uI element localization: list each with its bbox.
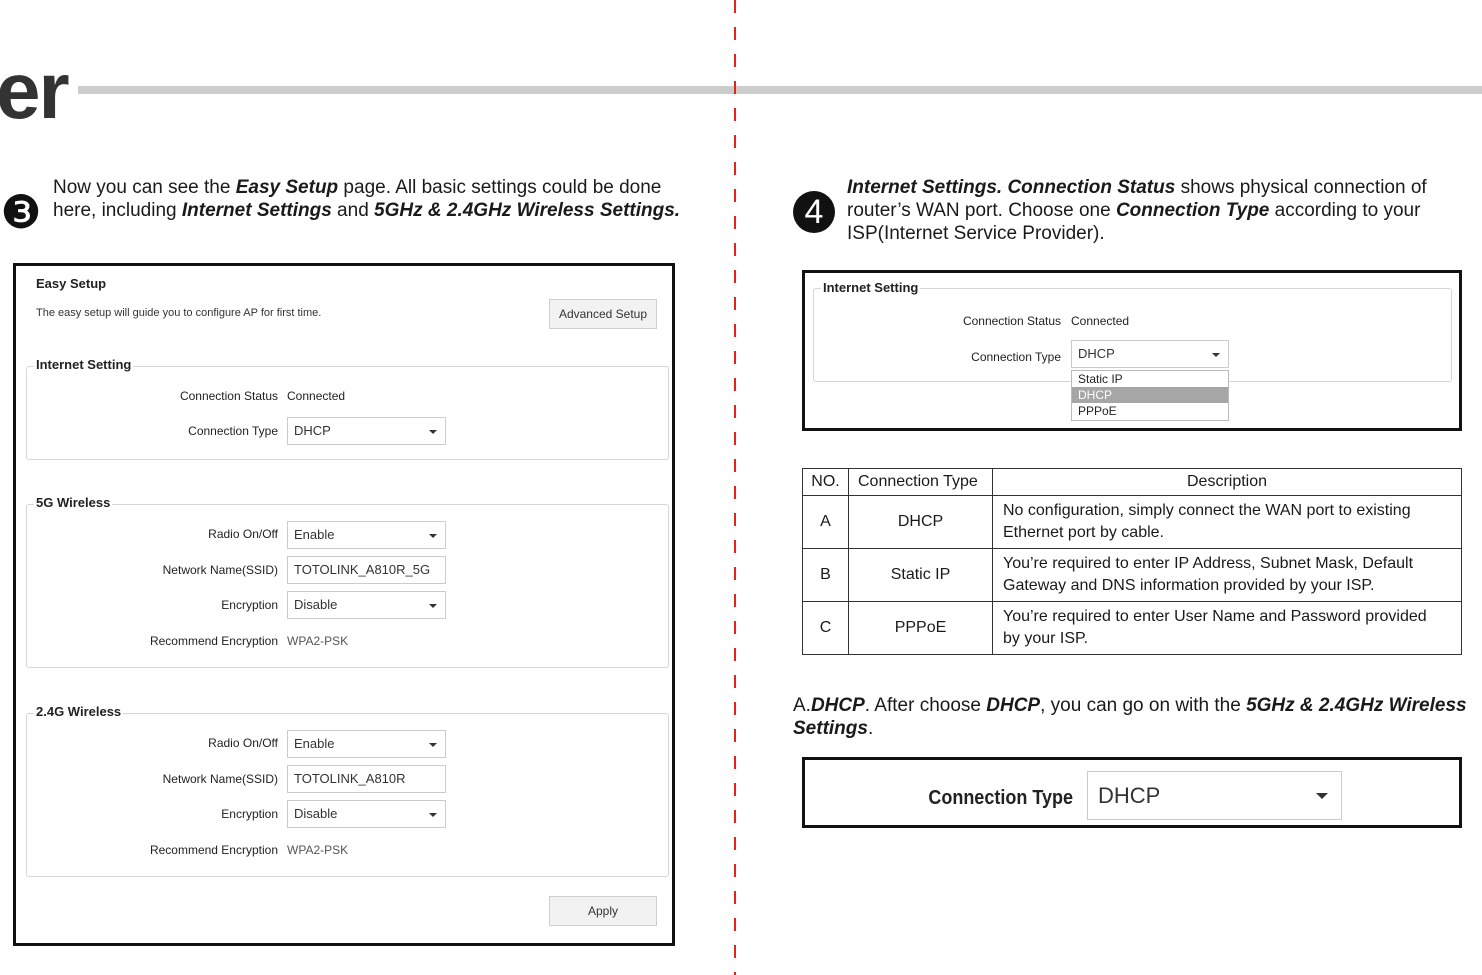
dhcp-connection-type-label: Connection Type xyxy=(928,787,1073,809)
internet-setting-legend-right: Internet Setting xyxy=(821,280,921,295)
internet-setting-section xyxy=(26,366,669,460)
wireless-24g-legend: 2.4G Wireless xyxy=(34,704,124,719)
recommend-5g-value: WPA2-PSK xyxy=(287,634,349,648)
table-cell-no: C xyxy=(802,601,849,655)
step-4-instructions: Internet Settings. Connection Status sho… xyxy=(847,177,1427,244)
connection-status-value: Connected xyxy=(287,389,346,403)
connection-status-label: Connection Status xyxy=(179,389,278,403)
table-cell-description: You’re required to enter User Name and P… xyxy=(992,601,1462,655)
recommend-24g-label: Recommend Encryption xyxy=(149,843,278,857)
chevron-down-icon xyxy=(429,743,437,747)
option-pppoe[interactable]: PPPoE xyxy=(1072,403,1228,419)
table-row: B Static IP You’re required to enter IP … xyxy=(802,548,1462,602)
connection-type-label-right: Connection Type xyxy=(971,350,1061,364)
chevron-down-icon xyxy=(1316,793,1328,799)
encryption-5g-select[interactable]: Disable xyxy=(287,591,446,619)
easy-setup-subtitle: The easy setup will guide you to configu… xyxy=(36,307,322,319)
step-3-instructions: Now you can see the Easy Setup page. All… xyxy=(53,177,681,221)
connection-status-value-right: Connected xyxy=(1071,314,1130,328)
connection-status-label-right: Connection Status xyxy=(962,314,1061,328)
table-cell-type: Static IP xyxy=(848,548,993,602)
ssid-24g-input[interactable]: TOTOLINK_A810R xyxy=(287,765,446,793)
page-heading-fragment: er xyxy=(0,46,70,135)
radio-5g-label: Radio On/Off xyxy=(208,527,278,541)
ssid-5g-input[interactable]: TOTOLINK_A810R_5G xyxy=(287,556,446,584)
table-cell-type: DHCP xyxy=(848,495,993,549)
encryption-24g-label: Encryption xyxy=(221,807,278,821)
radio-24g-select[interactable]: Enable xyxy=(287,730,446,758)
dhcp-connection-type-screenshot: Connection Type DHCP xyxy=(802,757,1462,828)
internet-setting-screenshot: Internet Setting Connection Status Conne… xyxy=(802,270,1462,431)
heading-rule xyxy=(78,86,1482,94)
step-3-number: ❸ xyxy=(0,186,42,238)
radio-24g-label: Radio On/Off xyxy=(208,736,278,750)
dhcp-note: A.DHCP. After choose DHCP, you can go on… xyxy=(793,695,1467,739)
chevron-down-icon xyxy=(429,813,437,817)
apply-button[interactable]: Apply xyxy=(549,896,657,926)
radio-5g-select[interactable]: Enable xyxy=(287,521,446,549)
chevron-down-icon xyxy=(429,604,437,608)
table-header-row: NO. Connection Type Description xyxy=(802,468,1462,496)
table-header-no: NO. xyxy=(802,468,849,496)
step-4-number: 4 xyxy=(793,191,835,233)
dhcp-connection-type-select[interactable]: DHCP xyxy=(1087,771,1342,820)
table-cell-type: PPPoE xyxy=(848,601,993,655)
wireless-5g-legend: 5G Wireless xyxy=(34,495,113,510)
connection-type-dropdown: Static IP DHCP PPPoE xyxy=(1071,370,1229,421)
option-dhcp[interactable]: DHCP xyxy=(1072,387,1228,403)
recommend-5g-label: Recommend Encryption xyxy=(149,634,278,648)
encryption-5g-label: Encryption xyxy=(221,598,278,612)
connection-type-label: Connection Type xyxy=(188,424,278,438)
easy-setup-title: Easy Setup xyxy=(36,276,107,291)
connection-type-select[interactable]: DHCP xyxy=(287,417,446,445)
table-cell-description: No configuration, simply connect the WAN… xyxy=(992,495,1462,549)
table-row: C PPPoE You’re required to enter User Na… xyxy=(802,601,1462,655)
ssid-5g-label: Network Name(SSID) xyxy=(162,563,278,577)
table-cell-no: A xyxy=(802,495,849,549)
chevron-down-icon xyxy=(1212,353,1220,357)
table-header-type: Connection Type xyxy=(848,468,993,496)
ssid-24g-label: Network Name(SSID) xyxy=(162,772,278,786)
chevron-down-icon xyxy=(429,430,437,434)
encryption-24g-select[interactable]: Disable xyxy=(287,800,446,828)
connection-type-table: NO. Connection Type Description A DHCP N… xyxy=(802,468,1462,655)
table-header-description: Description xyxy=(992,468,1462,496)
easy-setup-screenshot: Easy Setup The easy setup will guide you… xyxy=(13,263,675,946)
table-cell-description: You’re required to enter IP Address, Sub… xyxy=(992,548,1462,602)
internet-setting-legend: Internet Setting xyxy=(34,357,134,372)
table-cell-no: B xyxy=(802,548,849,602)
page-divider xyxy=(734,0,736,975)
chevron-down-icon xyxy=(429,534,437,538)
option-static-ip[interactable]: Static IP xyxy=(1072,371,1228,387)
connection-type-select-right[interactable]: DHCP xyxy=(1071,340,1229,368)
advanced-setup-button[interactable]: Advanced Setup xyxy=(549,299,657,329)
table-row: A DHCP No configuration, simply connect … xyxy=(802,495,1462,549)
recommend-24g-value: WPA2-PSK xyxy=(287,843,349,857)
